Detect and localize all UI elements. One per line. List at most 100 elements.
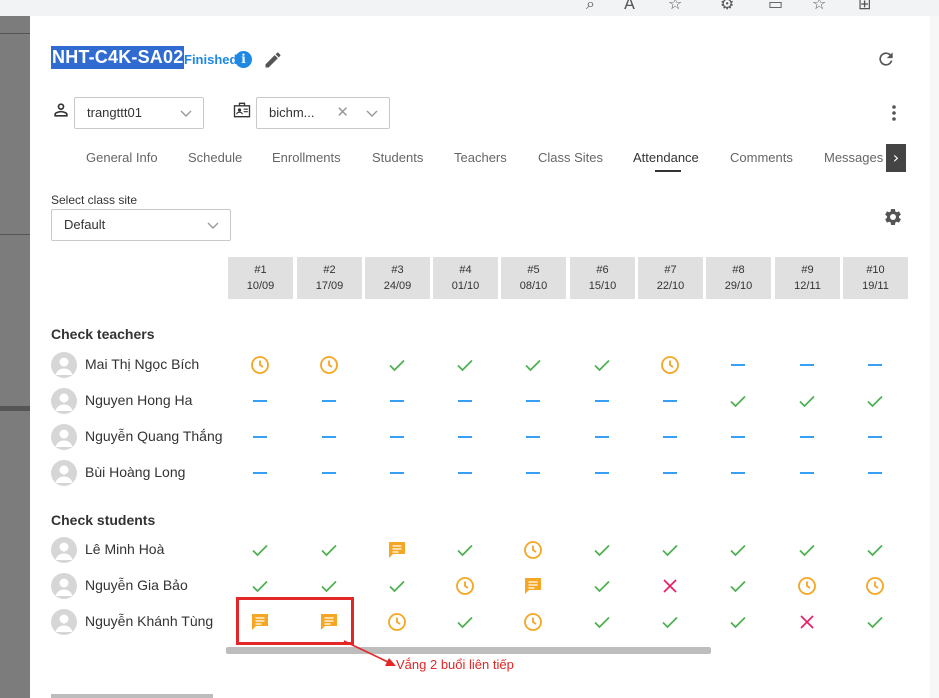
check-icon[interactable] [659,539,681,561]
check-icon[interactable] [591,611,613,633]
dash-icon[interactable] [864,354,886,376]
dash-icon[interactable] [249,462,271,484]
check-icon[interactable] [318,575,340,597]
dash-icon[interactable] [386,390,408,412]
dash-icon[interactable] [522,462,544,484]
clock-icon[interactable] [318,354,340,376]
check-icon[interactable] [796,539,818,561]
check-icon[interactable] [386,354,408,376]
more-options-icon[interactable] [886,103,902,123]
check-icon[interactable] [249,539,271,561]
check-icon[interactable] [864,539,886,561]
dash-icon[interactable] [522,426,544,448]
cross-icon[interactable] [796,611,818,633]
tab-scroll-right-icon[interactable]: › [886,144,906,172]
tab-comments[interactable]: Comments [730,150,793,165]
clock-icon[interactable] [386,611,408,633]
favorites-bar-icon[interactable]: ☆ [812,0,826,13]
dash-icon[interactable] [318,462,340,484]
favorite-icon[interactable]: ☆ [668,0,682,13]
dash-icon[interactable] [659,462,681,484]
dash-icon[interactable] [864,426,886,448]
dash-icon[interactable] [454,426,476,448]
check-icon[interactable] [591,575,613,597]
tab-general-info[interactable]: General Info [86,150,158,165]
dash-icon[interactable] [727,426,749,448]
check-icon[interactable] [727,611,749,633]
session-date: 24/09 [383,280,412,292]
tab-enrollments[interactable]: Enrollments [272,150,341,165]
clock-icon[interactable] [522,539,544,561]
class-site-select-value: Default [64,217,106,232]
dash-icon[interactable] [864,462,886,484]
check-icon[interactable] [727,390,749,412]
check-icon[interactable] [864,611,886,633]
dash-icon[interactable] [386,426,408,448]
tab-messages[interactable]: Messages [824,150,883,165]
dash-icon[interactable] [727,462,749,484]
clock-icon[interactable] [796,575,818,597]
dash-icon[interactable] [318,426,340,448]
dash-icon[interactable] [796,354,818,376]
clear-icon[interactable]: ✕ [336,98,349,128]
info-icon[interactable]: i [235,51,252,68]
check-icon[interactable] [864,390,886,412]
dash-icon[interactable] [591,462,613,484]
refresh-icon[interactable] [876,49,896,69]
comment-icon[interactable] [522,575,544,597]
check-icon[interactable] [659,611,681,633]
clock-icon[interactable] [659,354,681,376]
session-header: #6 15/10 [570,257,635,299]
dash-icon[interactable] [659,390,681,412]
check-icon[interactable] [796,390,818,412]
search-icon[interactable]: ⌕ [586,0,595,14]
owner-select-value: trangttt01 [87,105,142,120]
tab-schedule[interactable]: Schedule [188,150,242,165]
edit-icon[interactable] [263,50,283,70]
horizontal-scrollbar[interactable] [226,647,711,654]
split-screen-icon[interactable]: ▭ [768,0,783,13]
clock-icon[interactable] [454,575,476,597]
check-icon[interactable] [386,575,408,597]
dash-icon[interactable] [249,390,271,412]
dash-icon[interactable] [591,426,613,448]
dash-icon[interactable] [522,390,544,412]
clock-icon[interactable] [522,611,544,633]
check-icon[interactable] [454,539,476,561]
check-icon[interactable] [318,539,340,561]
consultant-select[interactable]: bichm... ✕ [256,97,390,129]
read-aloud-icon[interactable]: A [624,0,635,13]
check-icon[interactable] [522,354,544,376]
check-icon[interactable] [591,354,613,376]
owner-select[interactable]: trangttt01 [74,97,204,129]
class-site-select[interactable]: Default [51,209,231,241]
tab-teachers[interactable]: Teachers [454,150,507,165]
dash-icon[interactable] [454,390,476,412]
check-icon[interactable] [454,611,476,633]
gear-icon[interactable] [883,207,903,227]
check-icon[interactable] [727,575,749,597]
dash-icon[interactable] [318,390,340,412]
tab-students[interactable]: Students [372,150,423,165]
dash-icon[interactable] [659,426,681,448]
dash-icon[interactable] [796,426,818,448]
check-icon[interactable] [591,539,613,561]
cross-icon[interactable] [659,575,681,597]
check-icon[interactable] [454,354,476,376]
dash-icon[interactable] [796,462,818,484]
dash-icon[interactable] [727,354,749,376]
session-number: #1 [254,264,267,276]
dash-icon[interactable] [454,462,476,484]
clock-icon[interactable] [249,354,271,376]
tab-class-sites[interactable]: Class Sites [538,150,603,165]
extensions-icon[interactable]: ⚙ [720,0,734,13]
check-icon[interactable] [249,575,271,597]
dash-icon[interactable] [591,390,613,412]
collections-icon[interactable]: ⊞ [858,0,871,13]
comment-icon[interactable] [386,539,408,561]
clock-icon[interactable] [864,575,886,597]
tab-attendance[interactable]: Attendance [633,150,699,165]
dash-icon[interactable] [249,426,271,448]
check-icon[interactable] [727,539,749,561]
dash-icon[interactable] [386,462,408,484]
